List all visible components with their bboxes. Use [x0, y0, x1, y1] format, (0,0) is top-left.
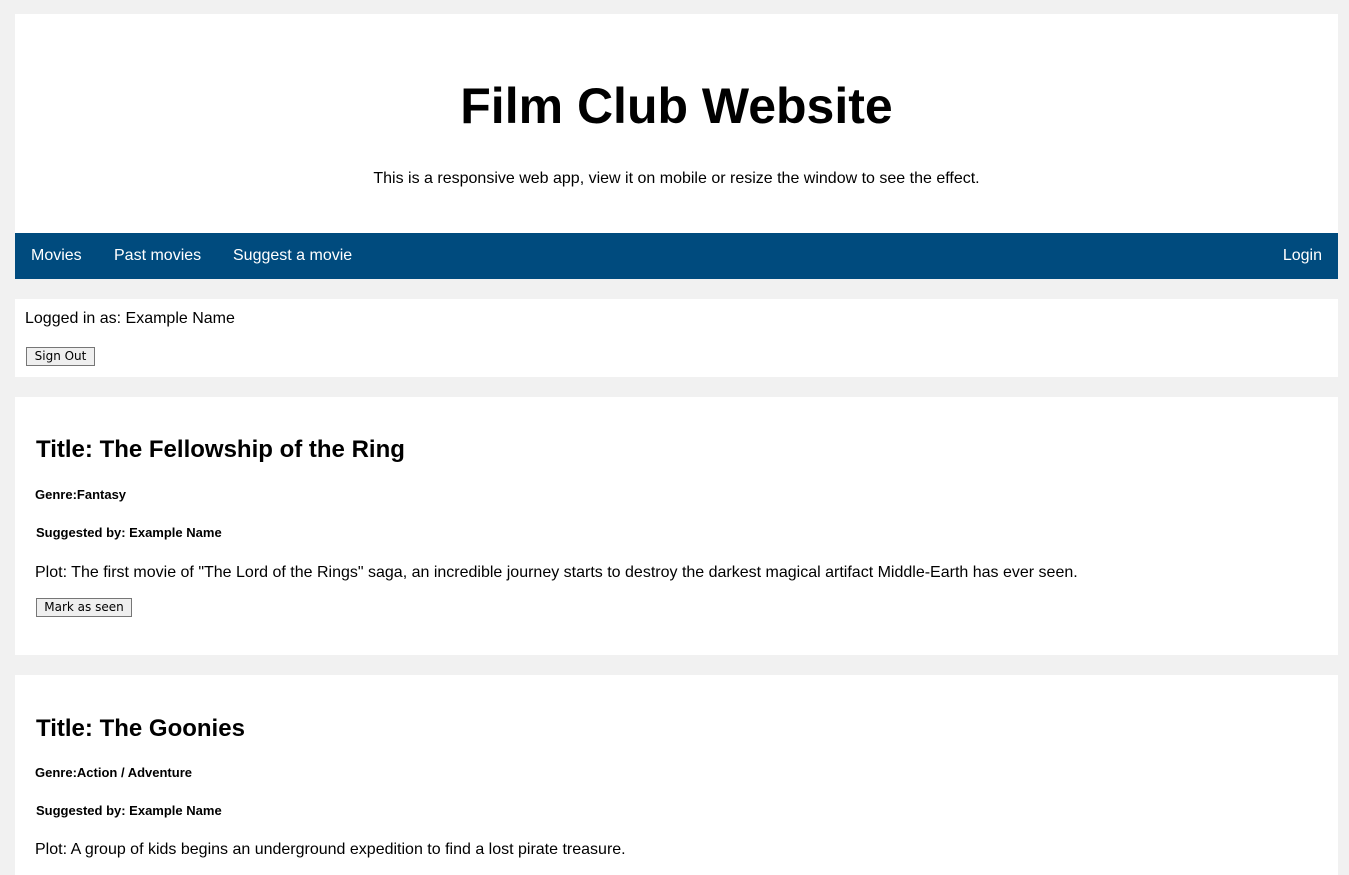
movie-plot: Plot: The first movie of "The Lord of th…	[35, 564, 1078, 581]
sign-out-button[interactable]: Sign Out	[26, 347, 95, 366]
mark-as-seen-button[interactable]: Mark as seen	[36, 598, 132, 617]
movie-card: Title: The Goonies Genre:Action / Advent…	[15, 675, 1338, 875]
movie-title: Title: The Goonies	[36, 715, 245, 742]
movie-genre: Genre:Action / Adventure	[35, 765, 192, 780]
nav-item-past-movies[interactable]: Past movies	[114, 233, 201, 279]
site-title: Film Club Website	[460, 78, 893, 134]
movie-genre: Genre:Fantasy	[35, 487, 127, 502]
nav-bar: Movies Past movies Suggest a movie Login	[15, 233, 1338, 279]
site-subtitle: This is a responsive web app, view it on…	[373, 170, 980, 187]
logged-in-text: Logged in as: Example Name	[25, 310, 235, 327]
movie-plot: Plot: A group of kids begins an undergro…	[35, 841, 626, 858]
account-panel: Logged in as: Example Name Sign Out	[15, 299, 1338, 377]
movie-title: Title: The Fellowship of the Ring	[36, 436, 405, 463]
site-header: Film Club Website This is a responsive w…	[15, 14, 1338, 233]
nav-item-login[interactable]: Login	[1283, 233, 1322, 279]
nav-item-movies[interactable]: Movies	[31, 233, 82, 279]
movie-suggested-by: Suggested by: Example Name	[36, 803, 222, 818]
movie-card: Title: The Fellowship of the Ring Genre:…	[15, 397, 1338, 655]
nav-item-suggest-movie[interactable]: Suggest a movie	[233, 233, 352, 279]
movie-suggested-by: Suggested by: Example Name	[36, 525, 222, 540]
